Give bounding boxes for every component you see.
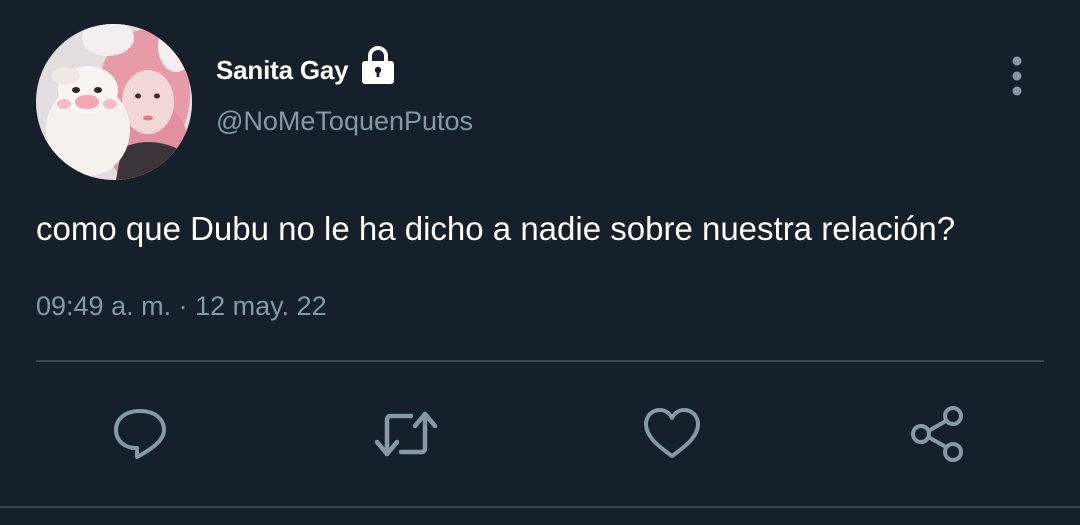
lock-icon	[362, 46, 395, 84]
like-button[interactable]	[636, 398, 708, 470]
bottom-divider	[0, 506, 1080, 508]
divider	[36, 360, 1044, 362]
share-icon	[911, 406, 963, 462]
tweet-card: Sanita Gay @NoMeToquenPutos como que Dub…	[0, 0, 1080, 525]
avatar-image	[36, 24, 192, 180]
share-button[interactable]	[902, 398, 974, 470]
author-name-row: Sanita Gay	[216, 40, 398, 100]
display-name[interactable]: Sanita Gay	[216, 55, 349, 86]
timestamp[interactable]: 09:49 a. m. · 12 may. 22	[36, 291, 327, 322]
heart-icon	[644, 408, 700, 458]
reply-button[interactable]	[104, 398, 176, 470]
user-handle[interactable]: @NoMeToquenPutos	[216, 106, 473, 137]
tweet-text: como que Dubu no le ha dicho a nadie sob…	[36, 210, 956, 247]
retweet-icon	[374, 411, 438, 457]
reply-icon	[114, 409, 166, 459]
avatar[interactable]	[36, 24, 192, 180]
more-vertical-icon[interactable]	[1000, 52, 1034, 100]
retweet-button[interactable]	[370, 398, 442, 470]
